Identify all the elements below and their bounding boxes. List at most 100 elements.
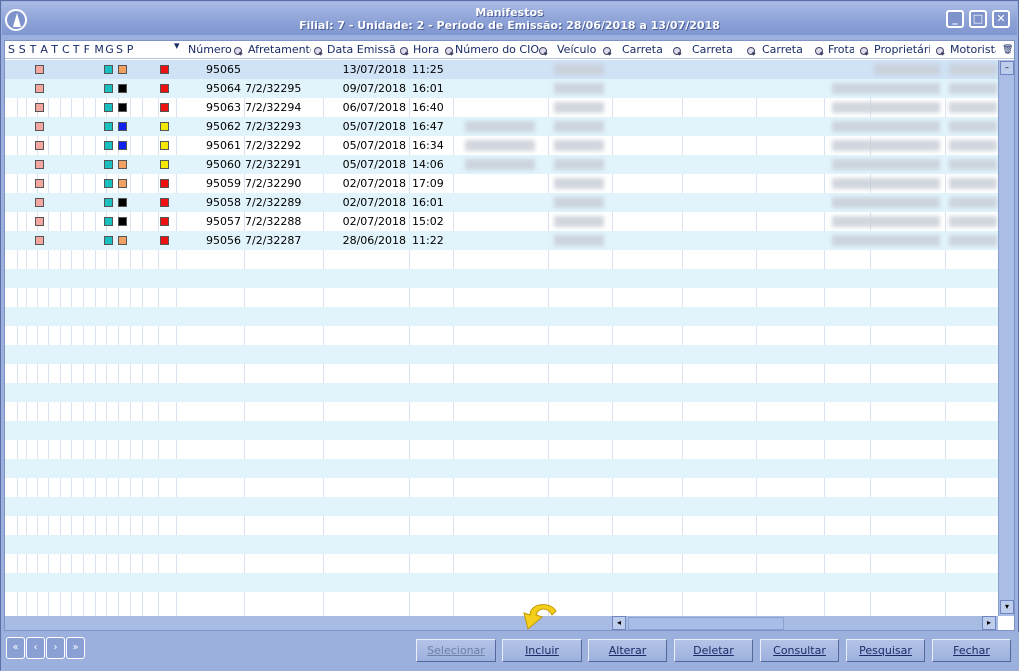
redacted-value <box>554 140 604 151</box>
column-search-icon[interactable] <box>860 47 869 55</box>
flag-header-8[interactable]: M <box>94 41 104 59</box>
column-search-icon[interactable] <box>445 47 454 55</box>
table-row[interactable] <box>5 250 998 269</box>
cell-data-emissao: 06/07/2018 <box>342 101 406 114</box>
table-row[interactable] <box>5 459 998 478</box>
fechar-button[interactable]: Fechar <box>932 639 1011 662</box>
column-header-carreta3[interactable]: Carreta 3 <box>762 41 806 59</box>
cell-numero: 95064 <box>206 82 241 95</box>
table-row[interactable] <box>5 269 998 288</box>
minimize-icon[interactable]: _ <box>946 10 964 28</box>
cell-hora: 16:01 <box>412 82 444 95</box>
table-row[interactable]: 95057 7/2/32288 02/07/2018 15:02 <box>5 212 998 231</box>
column-header-proprietario[interactable]: Proprietário <box>874 41 930 59</box>
prev-record-icon[interactable]: ‹ <box>26 637 45 659</box>
table-row[interactable] <box>5 364 998 383</box>
column-header-hora[interactable]: Hora <box>413 41 439 59</box>
column-search-icon[interactable] <box>234 47 243 55</box>
column-header-motorista[interactable]: Motorista <box>950 41 996 59</box>
flag-header-6[interactable]: T <box>73 41 83 59</box>
flag-header-5[interactable]: C <box>62 41 72 59</box>
table-row[interactable] <box>5 440 998 459</box>
table-row[interactable]: 95056 7/2/32287 28/06/2018 11:22 <box>5 231 998 250</box>
horizontal-scroll-thumb[interactable] <box>628 617 784 630</box>
flag-header-9[interactable]: G <box>105 41 115 59</box>
flag-header-4[interactable]: T <box>51 41 61 59</box>
pesquisar-button[interactable]: Pesquisar <box>846 639 925 662</box>
flag-header-10[interactable]: S <box>116 41 126 59</box>
table-row[interactable] <box>5 421 998 440</box>
last-record-icon[interactable]: » <box>66 637 85 659</box>
cell-data-emissao: 05/07/2018 <box>342 120 406 133</box>
selecionar-button[interactable]: Selecionar <box>416 639 496 662</box>
column-search-icon[interactable] <box>539 47 548 55</box>
column-header-carreta1[interactable]: Carreta 1 <box>622 41 666 59</box>
flag-header-1[interactable]: S <box>19 41 29 59</box>
alterar-button[interactable]: Alterar <box>588 639 667 662</box>
table-row[interactable] <box>5 554 998 573</box>
table-row[interactable]: 95063 7/2/32294 06/07/2018 16:40 <box>5 98 998 117</box>
close-icon[interactable]: ✕ <box>992 10 1010 28</box>
redacted-value <box>554 235 604 246</box>
vertical-scroll-thumb[interactable] <box>1000 60 1014 616</box>
column-header-carreta2[interactable]: Carreta 2 <box>692 41 736 59</box>
flag-header-7[interactable]: F <box>84 41 94 59</box>
status-flag-icon <box>104 236 113 245</box>
column-search-icon[interactable] <box>936 47 945 55</box>
column-search-icon[interactable] <box>603 47 612 55</box>
redacted-value <box>949 121 997 132</box>
table-row[interactable] <box>5 383 998 402</box>
consultar-button[interactable]: Consultar <box>760 639 839 662</box>
table-row[interactable] <box>5 573 998 592</box>
horizontal-scrollbar[interactable]: ◂ ▸ <box>5 616 998 630</box>
column-search-icon[interactable] <box>815 47 824 55</box>
table-row[interactable] <box>5 345 998 364</box>
flag-header-2[interactable]: T <box>30 41 40 59</box>
maximize-icon[interactable]: □ <box>969 10 987 28</box>
table-row[interactable] <box>5 478 998 497</box>
flag-header-11[interactable]: P <box>127 41 137 59</box>
column-header-ciot[interactable]: Número do CIOT <box>455 41 539 59</box>
manifestos-grid[interactable]: S S T A T C T F M G S P ▾ Número Afretamento Data Emiss… <box>4 40 1015 631</box>
table-row[interactable]: 95065 13/07/2018 11:25 <box>5 60 998 79</box>
column-header-veiculo[interactable]: Veículo <box>557 41 599 59</box>
table-row[interactable]: 95059 7/2/32290 02/07/2018 17:09 <box>5 174 998 193</box>
scroll-right-icon[interactable]: ▸ <box>982 616 996 630</box>
table-row[interactable]: 95060 7/2/32291 05/07/2018 14:06 <box>5 155 998 174</box>
table-row[interactable] <box>5 592 998 611</box>
table-row[interactable] <box>5 307 998 326</box>
table-row[interactable] <box>5 288 998 307</box>
table-row[interactable] <box>5 497 998 516</box>
table-row[interactable]: 95058 7/2/32289 02/07/2018 16:01 <box>5 193 998 212</box>
scroll-left-icon[interactable]: ◂ <box>612 616 626 630</box>
next-record-icon[interactable]: › <box>46 637 65 659</box>
status-flag-icon <box>118 84 127 93</box>
column-search-icon[interactable] <box>400 47 409 55</box>
trash-icon[interactable]: 🗑 <box>1002 41 1013 59</box>
column-header-frota[interactable]: Frota <box>828 41 854 59</box>
scroll-up-icon[interactable]: – <box>1000 61 1014 75</box>
table-row[interactable] <box>5 326 998 345</box>
redacted-value <box>832 140 940 151</box>
first-record-icon[interactable]: « <box>6 637 25 659</box>
column-header-afretamento[interactable]: Afretamento <box>248 41 311 59</box>
incluir-button[interactable]: Incluir <box>502 639 582 662</box>
status-flag-icon <box>160 84 169 93</box>
column-header-data_emissao[interactable]: Data Emissão <box>327 41 395 59</box>
flag-header-0[interactable]: S <box>8 41 18 59</box>
status-flag-icon <box>104 122 113 131</box>
scroll-down-icon[interactable]: ▾ <box>1000 600 1014 614</box>
table-row[interactable]: 95064 7/2/32295 09/07/2018 16:01 <box>5 79 998 98</box>
vertical-scrollbar[interactable]: – ▾ <box>998 60 1014 616</box>
column-header-numero[interactable]: Número <box>188 41 240 59</box>
table-row[interactable] <box>5 516 998 535</box>
table-row[interactable]: 95062 7/2/32293 05/07/2018 16:47 <box>5 117 998 136</box>
column-search-icon[interactable] <box>673 47 682 55</box>
column-search-icon[interactable] <box>747 47 756 55</box>
table-row[interactable] <box>5 535 998 554</box>
column-search-icon[interactable] <box>314 47 323 55</box>
deletar-button[interactable]: Deletar <box>674 639 753 662</box>
table-row[interactable]: 95061 7/2/32292 05/07/2018 16:34 <box>5 136 998 155</box>
table-row[interactable] <box>5 402 998 421</box>
flag-header-3[interactable]: A <box>40 41 50 59</box>
